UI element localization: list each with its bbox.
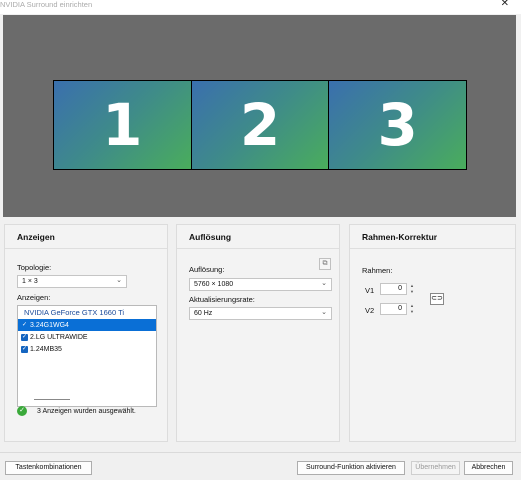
v2-label: V2 <box>365 306 375 315</box>
checkbox-icon[interactable]: ✓ <box>21 345 28 353</box>
list-item[interactable]: ✓ 2.LG ULTRAWIDE <box>18 331 156 343</box>
chevron-down-icon: ⌄ <box>116 277 122 284</box>
chevron-down-icon: ⌄ <box>321 309 327 316</box>
display-number: 2 <box>239 91 281 159</box>
v2-stepper-arrows-icon[interactable]: ▲ ▼ <box>409 303 415 315</box>
checkmark-circle-icon: ✓ <box>17 406 27 416</box>
title-bar: NVIDIA Surround einrichten ✕ <box>0 0 521 14</box>
displays-list[interactable]: NVIDIA GeForce GTX 1660 Ti ✓ 3.24G1WG4 ✓… <box>17 305 157 407</box>
v2-stepper[interactable]: 0 <box>380 303 407 315</box>
link-icon[interactable]: ⊂⊃ <box>430 293 444 305</box>
display-label: 1.24MB35 <box>30 345 62 353</box>
refresh-rate-label: Aktualisierungsrate: <box>189 295 255 304</box>
resolution-label: Auflösung: <box>189 265 225 274</box>
anzeigen-panel: Anzeigen Topologie: 1 × 3 ⌄ Anzeigen: NV… <box>4 224 168 442</box>
list-item[interactable]: ✓ 1.24MB35 <box>18 343 156 355</box>
display-number: 3 <box>377 91 418 159</box>
displays-label: Anzeigen: <box>17 293 51 302</box>
refresh-rate-value: 60 Hz <box>194 310 213 317</box>
topology-value: 1 × 3 <box>22 278 38 285</box>
refresh-rate-select[interactable]: 60 Hz ⌄ <box>189 307 332 320</box>
chevron-down-icon: ⌄ <box>321 280 327 287</box>
checkbox-icon[interactable]: ✓ <box>21 322 28 329</box>
close-icon[interactable]: ✕ <box>501 0 509 9</box>
v1-stepper-arrows-icon[interactable]: ▲ ▼ <box>409 283 415 295</box>
checkbox-icon[interactable]: ✓ <box>21 333 28 341</box>
footer-bar: Tastenkombinationen Surround-Funktion ak… <box>0 452 521 480</box>
v1-label: V1 <box>365 286 375 295</box>
list-item[interactable]: ✓ 3.24G1WG4 <box>18 319 156 331</box>
display-tile-2[interactable]: 2 <box>190 81 329 169</box>
display-label: 2.LG ULTRAWIDE <box>30 333 88 341</box>
cancel-button[interactable]: Abbrechen <box>464 461 513 475</box>
apply-button[interactable]: Übernehmen <box>411 461 460 475</box>
display-arrangement: 1 2 3 <box>53 80 467 170</box>
aufloesung-heading: Auflösung <box>177 225 339 249</box>
display-tile-3[interactable]: 3 <box>328 81 467 169</box>
display-number: 1 <box>102 91 143 159</box>
display-label: 3.24G1WG4 <box>30 321 69 329</box>
resolution-select[interactable]: 5760 × 1080 ⌄ <box>189 278 332 291</box>
aufloesung-panel: Auflösung ⧉ Auflösung: 5760 × 1080 ⌄ Akt… <box>176 224 340 442</box>
topology-label: Topologie: <box>17 263 52 272</box>
bezel-label: Rahmen: <box>362 266 393 275</box>
status-text: 3 Anzeigen wurden ausgewählt. <box>37 408 136 415</box>
anzeigen-heading: Anzeigen <box>5 225 167 249</box>
resolution-settings-icon[interactable]: ⧉ <box>319 258 331 270</box>
resolution-value: 5760 × 1080 <box>194 281 234 288</box>
gpu-header: NVIDIA GeForce GTX 1660 Ti <box>24 308 125 317</box>
horizontal-scrollbar[interactable] <box>34 399 70 400</box>
shortcuts-button[interactable]: Tastenkombinationen <box>5 461 92 475</box>
topology-select[interactable]: 1 × 3 ⌄ <box>17 275 127 288</box>
display-preview: 1 2 3 <box>3 15 516 217</box>
display-tile-1[interactable]: 1 <box>54 81 191 169</box>
settings-panels: Anzeigen Topologie: 1 × 3 ⌄ Anzeigen: NV… <box>3 218 518 450</box>
rahmen-heading: Rahmen-Korrektur <box>350 225 515 249</box>
window-title: NVIDIA Surround einrichten <box>0 0 93 9</box>
activate-surround-button[interactable]: Surround-Funktion aktivieren <box>297 461 405 475</box>
rahmen-panel: Rahmen-Korrektur Rahmen: V1 0 ▲ ▼ ⊂⊃ V2 0… <box>349 224 516 442</box>
v1-stepper[interactable]: 0 <box>380 283 407 295</box>
